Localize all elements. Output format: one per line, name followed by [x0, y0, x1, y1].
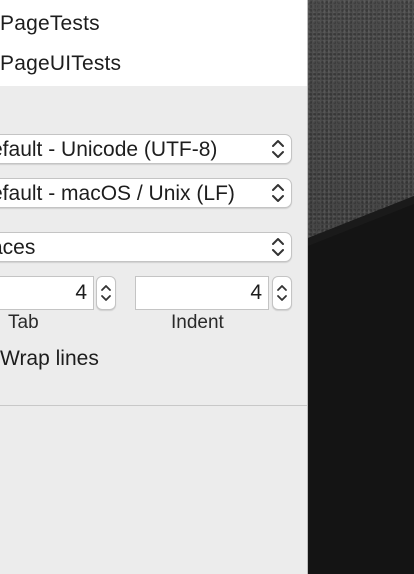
- stepper-arrows-icon: [101, 285, 111, 301]
- line-endings-popup[interactable]: efault - macOS / Unix (LF): [0, 178, 292, 208]
- desktop-wallpaper: [308, 0, 414, 574]
- tab-width-field[interactable]: 4: [0, 276, 94, 310]
- chevron-up-down-icon: [272, 140, 284, 158]
- indent-width-field[interactable]: 4: [135, 276, 269, 310]
- tab-width-value: 4: [75, 281, 87, 304]
- line-endings-value: efault - macOS / Unix (LF): [0, 182, 235, 205]
- target-item-page-tests[interactable]: PageTests: [0, 12, 100, 36]
- chevron-up-down-icon: [272, 184, 284, 202]
- text-encoding-popup[interactable]: efault - Unicode (UTF-8): [0, 134, 292, 164]
- tab-caption: Tab: [8, 312, 39, 333]
- empty-inspector-area: [0, 406, 308, 574]
- chevron-up-down-icon: [272, 238, 284, 256]
- target-item-page-ui-tests[interactable]: PageUITests: [0, 52, 121, 76]
- target-membership-list: PageTests PageUITests: [0, 0, 308, 86]
- indent-width-value: 4: [250, 281, 262, 304]
- wallpaper-shadow: [308, 196, 414, 574]
- stepper-arrows-icon: [277, 285, 287, 301]
- tab-width-stepper[interactable]: [96, 276, 116, 310]
- indent-using-value: aces: [0, 236, 36, 259]
- text-encoding-value: efault - Unicode (UTF-8): [0, 138, 218, 161]
- indent-width-stepper[interactable]: [272, 276, 292, 310]
- file-inspector-panel: PageTests PageUITests efault - Unicode (…: [0, 0, 308, 574]
- indent-caption: Indent: [171, 312, 224, 333]
- wrap-lines-checkbox-label[interactable]: Wrap lines: [0, 347, 99, 371]
- indent-using-popup[interactable]: aces: [0, 232, 292, 262]
